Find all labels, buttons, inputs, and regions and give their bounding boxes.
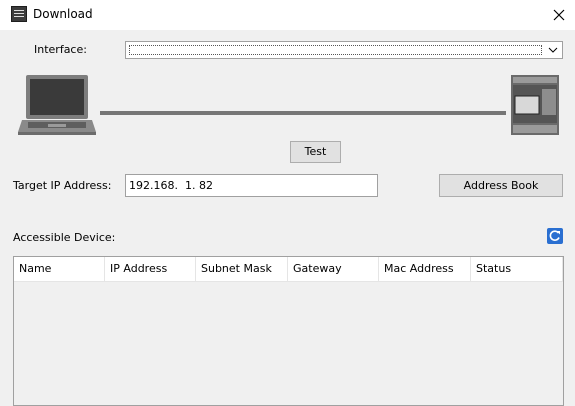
column-header-subnet[interactable]: Subnet Mask bbox=[196, 257, 288, 281]
laptop-icon bbox=[18, 75, 96, 135]
column-header-name[interactable]: Name bbox=[14, 257, 105, 281]
address-book-button[interactable]: Address Book bbox=[439, 174, 563, 197]
interface-value bbox=[129, 45, 542, 55]
title-bar: Download bbox=[0, 0, 575, 30]
close-icon[interactable] bbox=[548, 4, 570, 26]
column-header-ip[interactable]: IP Address bbox=[105, 257, 196, 281]
table-header: Name IP Address Subnet Mask Gateway Mac … bbox=[14, 257, 563, 282]
test-button[interactable]: Test bbox=[290, 141, 341, 163]
chevron-down-icon bbox=[548, 47, 558, 53]
target-ip-input[interactable]: 192.168. 1. 82 bbox=[125, 174, 378, 197]
interface-dropdown[interactable] bbox=[125, 41, 563, 59]
window-title: Download bbox=[33, 7, 93, 21]
column-header-mac[interactable]: Mac Address bbox=[379, 257, 471, 281]
accessible-device-label: Accessible Device: bbox=[13, 231, 116, 244]
target-ip-label: Target IP Address: bbox=[13, 179, 112, 192]
app-icon bbox=[11, 6, 27, 22]
connection-line bbox=[100, 111, 506, 115]
device-table[interactable]: Name IP Address Subnet Mask Gateway Mac … bbox=[13, 256, 564, 406]
plc-device-icon bbox=[511, 75, 559, 135]
refresh-icon[interactable] bbox=[547, 228, 563, 244]
column-header-gateway[interactable]: Gateway bbox=[288, 257, 379, 281]
column-header-status[interactable]: Status bbox=[471, 257, 563, 281]
interface-label: Interface: bbox=[34, 43, 87, 56]
